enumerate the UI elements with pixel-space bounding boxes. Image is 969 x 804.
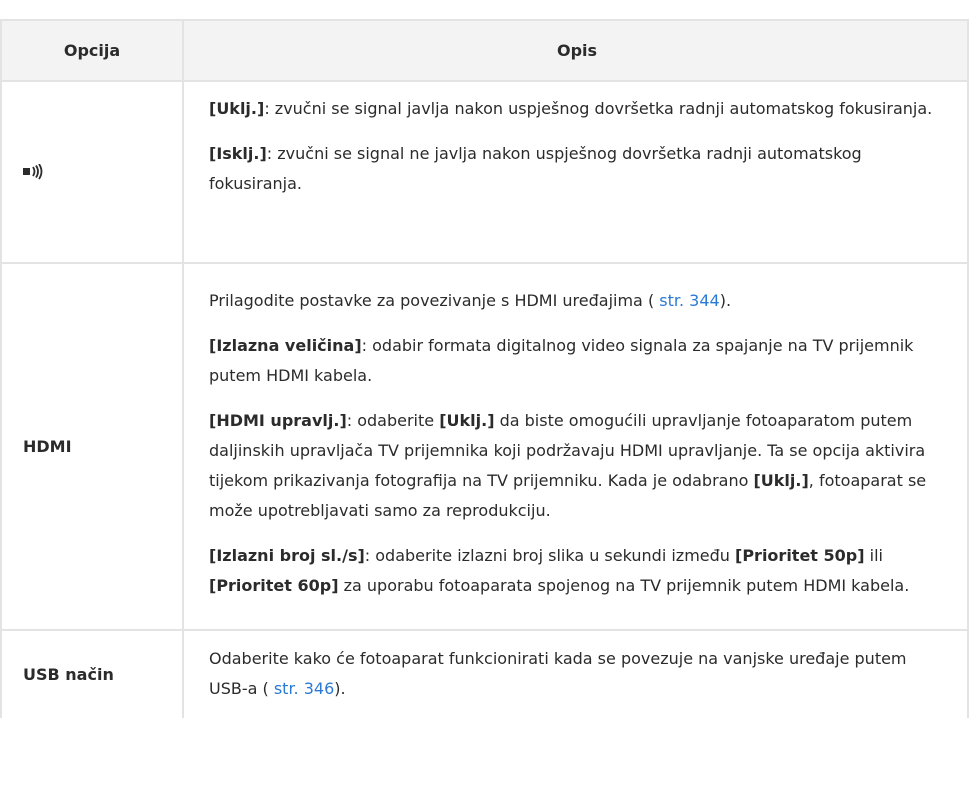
description-paragraph: Prilagodite postavke za povezivanje s HD… xyxy=(209,291,732,310)
top-spacer xyxy=(0,0,969,19)
description-paragraph: [Uklj.]: zvučni se signal javlja nakon u… xyxy=(209,99,933,118)
table-row-sound: [Uklj.]: zvučni se signal javlja nakon u… xyxy=(2,82,967,264)
description-cell: Odaberite kako će fotoaparat funkcionira… xyxy=(184,631,967,718)
page-link[interactable]: str. 344 xyxy=(654,291,719,310)
page-link[interactable]: str. 346 xyxy=(269,679,334,698)
option-cell: HDMI xyxy=(2,264,184,629)
header-description: Opis xyxy=(556,41,598,60)
description-paragraph: [Isklj.]: zvučni se signal ne javlja nak… xyxy=(209,144,862,193)
table-row-hdmi: HDMI Prilagodite postavke za povezivanje… xyxy=(2,264,967,631)
sound-beep-icon xyxy=(2,164,45,180)
description-paragraph: [HDMI upravlj.]: odaberite [Uklj.] da bi… xyxy=(209,411,927,520)
option-label: HDMI xyxy=(23,437,72,456)
description-cell: [Uklj.]: zvučni se signal javlja nakon u… xyxy=(184,82,967,262)
table-row-usb: USB način Odaberite kako će fotoaparat f… xyxy=(2,631,967,718)
settings-table: Opcija Opis [Uklj.]: zvučni se signal ja… xyxy=(0,19,969,718)
description-paragraph: [Izlazni broj sl./s]: odaberite izlazni … xyxy=(209,546,910,595)
option-label: USB način xyxy=(23,665,114,684)
option-cell xyxy=(2,82,184,262)
header-option: Opcija xyxy=(2,21,184,80)
description-cell: Prilagodite postavke za povezivanje s HD… xyxy=(184,264,967,629)
description-paragraph: Odaberite kako će fotoaparat funkcionira… xyxy=(209,649,907,698)
description-paragraph: [Izlazna veličina]: odabir formata digit… xyxy=(209,336,914,385)
option-cell: USB način xyxy=(2,631,184,718)
table-header-row: Opcija Opis xyxy=(2,19,967,82)
